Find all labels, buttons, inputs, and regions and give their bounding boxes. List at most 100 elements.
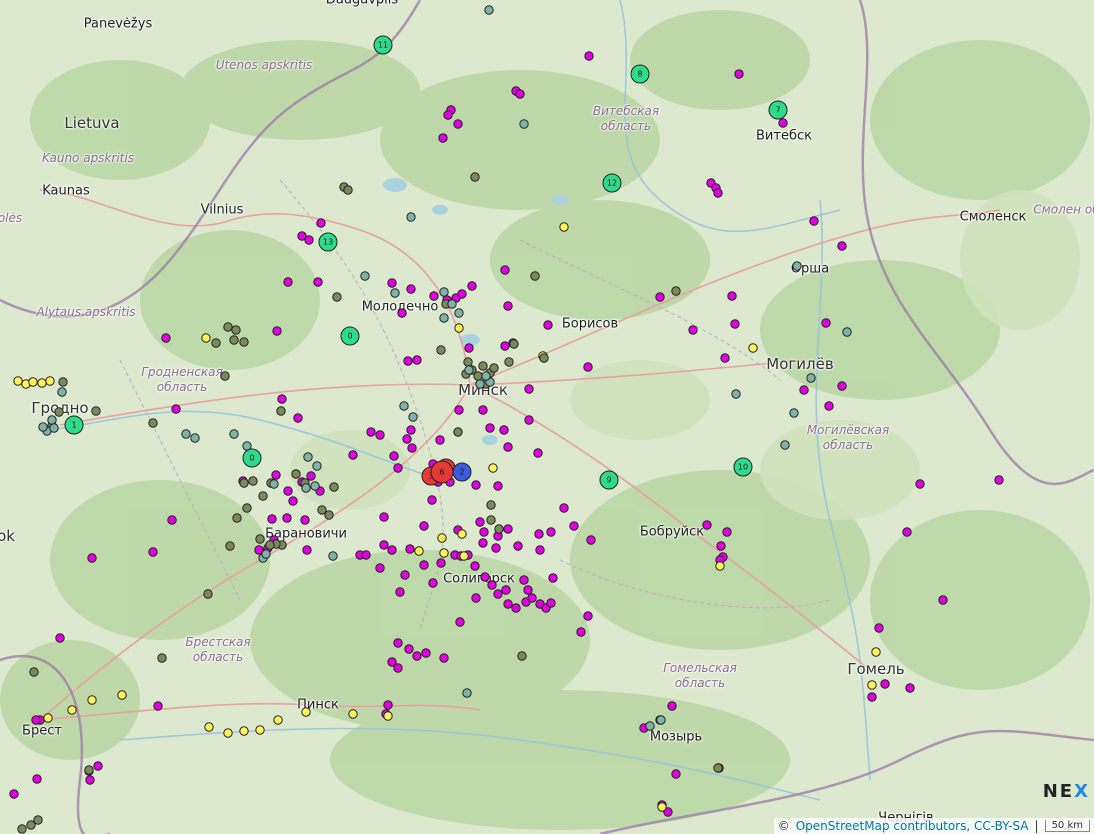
olive-marker[interactable]	[232, 513, 242, 523]
olive-marker[interactable]	[258, 491, 268, 501]
magenta-marker[interactable]	[713, 188, 723, 198]
magenta-marker[interactable]	[671, 769, 681, 779]
olive-marker[interactable]	[453, 427, 463, 437]
magenta-marker[interactable]	[655, 292, 665, 302]
magenta-marker[interactable]	[427, 495, 437, 505]
olive-marker[interactable]	[231, 325, 241, 335]
magenta-marker[interactable]	[439, 653, 449, 663]
teal-marker[interactable]	[780, 440, 790, 450]
magenta-marker[interactable]	[519, 575, 529, 585]
magenta-marker[interactable]	[491, 543, 501, 553]
magenta-marker[interactable]	[702, 520, 712, 530]
magenta-marker[interactable]	[500, 341, 510, 351]
olive-marker[interactable]	[504, 357, 514, 367]
olive-marker[interactable]	[229, 335, 239, 345]
yellow-marker[interactable]	[454, 323, 464, 333]
magenta-marker[interactable]	[503, 301, 513, 311]
magenta-marker[interactable]	[503, 442, 513, 452]
yellow-marker[interactable]	[43, 713, 53, 723]
magenta-marker[interactable]	[406, 284, 416, 294]
cluster-marker-9[interactable]	[599, 470, 619, 490]
yellow-marker[interactable]	[559, 222, 569, 232]
magenta-marker[interactable]	[402, 434, 412, 444]
olive-marker[interactable]	[157, 653, 167, 663]
teal-marker[interactable]	[481, 371, 491, 381]
teal-marker[interactable]	[842, 327, 852, 337]
magenta-marker[interactable]	[500, 265, 510, 275]
cluster-marker-12[interactable]	[602, 173, 622, 193]
teal-marker[interactable]	[47, 415, 57, 425]
magenta-marker[interactable]	[524, 384, 534, 394]
magenta-marker[interactable]	[867, 692, 877, 702]
olive-marker[interactable]	[478, 361, 488, 371]
magenta-marker[interactable]	[300, 515, 310, 525]
olive-marker[interactable]	[239, 478, 249, 488]
magenta-marker[interactable]	[809, 216, 819, 226]
yellow-marker[interactable]	[715, 561, 725, 571]
olive-marker[interactable]	[84, 765, 94, 775]
olive-marker[interactable]	[517, 651, 527, 661]
magenta-marker[interactable]	[938, 595, 948, 605]
magenta-marker[interactable]	[471, 480, 481, 490]
yellow-marker[interactable]	[67, 705, 77, 715]
teal-marker[interactable]	[475, 379, 485, 389]
magenta-marker[interactable]	[584, 51, 594, 61]
magenta-marker[interactable]	[421, 648, 431, 658]
yellow-marker[interactable]	[45, 376, 55, 386]
magenta-marker[interactable]	[31, 715, 41, 725]
olive-marker[interactable]	[26, 820, 36, 830]
magenta-marker[interactable]	[824, 401, 834, 411]
magenta-marker[interactable]	[375, 430, 385, 440]
magenta-marker[interactable]	[586, 535, 596, 545]
yellow-marker[interactable]	[867, 680, 877, 690]
teal-marker[interactable]	[301, 483, 311, 493]
cluster-marker-8[interactable]	[630, 64, 650, 84]
magenta-marker[interactable]	[799, 385, 809, 395]
teal-marker[interactable]	[439, 313, 449, 323]
olive-marker[interactable]	[255, 534, 265, 544]
yellow-marker[interactable]	[28, 377, 38, 387]
magenta-marker[interactable]	[282, 513, 292, 523]
olive-marker[interactable]	[291, 469, 301, 479]
teal-marker[interactable]	[38, 422, 48, 432]
magenta-marker[interactable]	[513, 541, 523, 551]
magenta-marker[interactable]	[501, 585, 511, 595]
olive-marker[interactable]	[91, 406, 101, 416]
teal-marker[interactable]	[390, 288, 400, 298]
magenta-marker[interactable]	[272, 326, 282, 336]
olive-marker[interactable]	[242, 503, 252, 513]
yellow-marker[interactable]	[414, 546, 424, 556]
magenta-marker[interactable]	[293, 413, 303, 423]
magenta-marker[interactable]	[874, 623, 884, 633]
magenta-marker[interactable]	[546, 527, 556, 537]
magenta-marker[interactable]	[393, 638, 403, 648]
teal-marker[interactable]	[789, 408, 799, 418]
teal-marker[interactable]	[181, 429, 191, 439]
magenta-marker[interactable]	[271, 470, 281, 480]
teal-marker[interactable]	[312, 461, 322, 471]
teal-marker[interactable]	[57, 387, 67, 397]
magenta-marker[interactable]	[583, 362, 593, 372]
magenta-marker[interactable]	[667, 701, 677, 711]
magenta-marker[interactable]	[880, 679, 890, 689]
olive-marker[interactable]	[489, 363, 499, 373]
magenta-marker[interactable]	[400, 570, 410, 580]
magenta-marker[interactable]	[283, 486, 293, 496]
magenta-marker[interactable]	[419, 560, 429, 570]
cluster-marker-7[interactable]	[768, 100, 788, 120]
magenta-marker[interactable]	[778, 118, 788, 128]
magenta-marker[interactable]	[379, 512, 389, 522]
magenta-marker[interactable]	[405, 544, 415, 554]
magenta-marker[interactable]	[407, 443, 417, 453]
olive-marker[interactable]	[29, 667, 39, 677]
magenta-marker[interactable]	[288, 496, 298, 506]
olive-marker[interactable]	[220, 371, 230, 381]
magenta-marker[interactable]	[821, 318, 831, 328]
magenta-marker[interactable]	[348, 450, 358, 460]
olive-marker[interactable]	[329, 482, 339, 492]
magenta-marker[interactable]	[548, 573, 558, 583]
magenta-marker[interactable]	[720, 353, 730, 363]
magenta-marker[interactable]	[479, 527, 489, 537]
osm-attribution-link[interactable]: OpenStreetMap contributors, CC-BY-SA	[796, 819, 1029, 833]
magenta-marker[interactable]	[161, 333, 171, 343]
